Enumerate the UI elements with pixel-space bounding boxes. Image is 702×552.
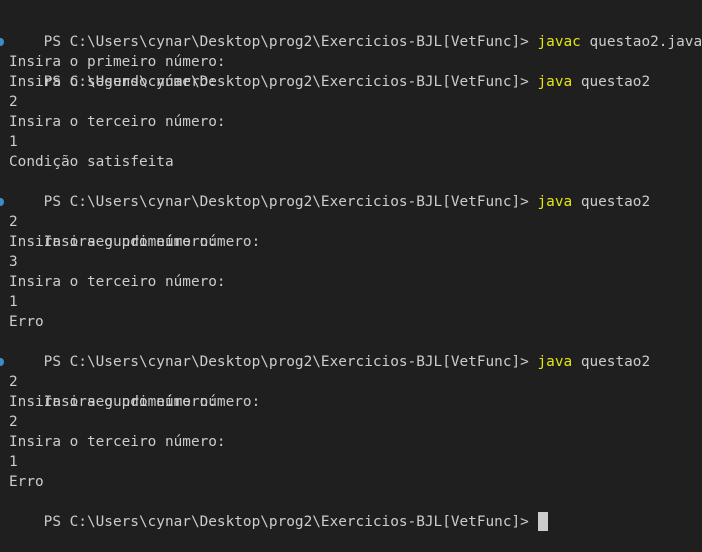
active-prompt-line[interactable]: PS C:\Users\cynar\Desktop\prog2\Exercici…: [9, 492, 702, 531]
output-line: 1: [9, 454, 18, 470]
output-line: 3: [9, 254, 18, 270]
prompt-line: PS C:\Users\cynar\Desktop\prog2\Exercici…: [9, 12, 702, 50]
output-line: Erro: [9, 314, 44, 330]
output-line: Insira o primeiro número:: [0, 192, 702, 250]
prompt-line: PS C:\Users\cynar\Desktop\prog2\Exercici…: [9, 332, 702, 370]
output-line: 1: [9, 294, 18, 310]
output-line: 2: [9, 374, 18, 390]
output-line: Insira o segundo número:: [9, 394, 217, 410]
command-decoration-icon[interactable]: [0, 198, 4, 206]
output-line: 2: [9, 414, 18, 430]
text-cursor[interactable]: [537, 512, 548, 531]
prompt-line: PS C:\Users\cynar\Desktop\prog2\Exercici…: [9, 172, 702, 210]
output-line: Insira o terceiro número:: [9, 114, 226, 130]
output-line: Insira o segundo número:: [9, 234, 217, 250]
output-line: Condição satisfeita: [9, 154, 174, 170]
output-line: Insira o terceiro número:: [9, 274, 226, 290]
output-line: Insira o terceiro número:: [9, 434, 226, 450]
command-decoration-icon[interactable]: [0, 358, 4, 366]
command-decoration-icon[interactable]: [0, 38, 4, 46]
output-line: 2: [9, 214, 18, 230]
output-line: Insira o segundo número:: [9, 74, 217, 90]
terminal-output[interactable]: PS C:\Users\cynar\Desktop\prog2\Exercici…: [0, 0, 702, 531]
output-line: Erro: [9, 474, 44, 490]
output-line: Insira o primeiro número:: [9, 54, 226, 70]
output-line: Insira o primeiro número:: [0, 352, 702, 410]
prompt-path: PS C:\Users\cynar\Desktop\prog2\Exercici…: [43, 514, 538, 530]
output-line: 1: [9, 134, 18, 150]
output-line: 2: [9, 94, 18, 110]
prompt-line: PS C:\Users\cynar\Desktop\prog2\Exercici…: [0, 32, 702, 90]
